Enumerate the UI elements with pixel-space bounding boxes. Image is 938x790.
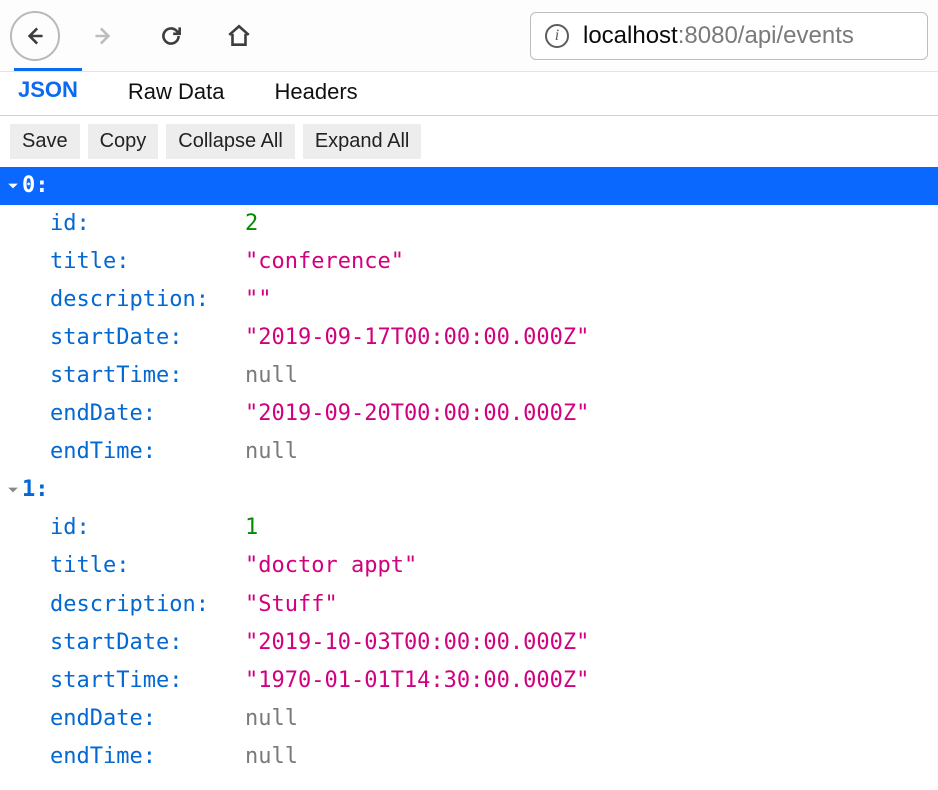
json-property-row[interactable]: startTime:null bbox=[0, 357, 938, 395]
array-index-label: 1: bbox=[22, 471, 49, 509]
viewer-tabs: JSON Raw Data Headers bbox=[0, 72, 938, 116]
reload-icon bbox=[158, 23, 184, 49]
json-key: startDate: bbox=[50, 319, 245, 357]
array-item-row[interactable]: 0: bbox=[0, 167, 938, 205]
forward-button bbox=[78, 11, 128, 61]
json-value: "Stuff" bbox=[245, 586, 338, 624]
json-property-row[interactable]: startTime:"1970-01-01T14:30:00.000Z" bbox=[0, 662, 938, 700]
tab-json[interactable]: JSON bbox=[14, 68, 82, 115]
reload-button[interactable] bbox=[146, 11, 196, 61]
json-property-row[interactable]: endDate:null bbox=[0, 700, 938, 738]
tab-raw-data[interactable]: Raw Data bbox=[124, 71, 229, 115]
json-value: null bbox=[245, 738, 298, 776]
json-property-row[interactable]: startDate:"2019-09-17T00:00:00.000Z" bbox=[0, 319, 938, 357]
json-value: "2019-10-03T00:00:00.000Z" bbox=[245, 624, 589, 662]
arrow-left-icon bbox=[22, 23, 48, 49]
json-value: "doctor appt" bbox=[245, 547, 417, 585]
chevron-down-icon bbox=[4, 484, 22, 496]
json-property-row[interactable]: id:2 bbox=[0, 205, 938, 243]
json-key: title: bbox=[50, 547, 245, 585]
json-property-row[interactable]: endTime:null bbox=[0, 738, 938, 776]
save-button[interactable]: Save bbox=[10, 124, 80, 159]
json-property-row[interactable]: id:1 bbox=[0, 509, 938, 547]
json-value: "2019-09-17T00:00:00.000Z" bbox=[245, 319, 589, 357]
json-key: startDate: bbox=[50, 624, 245, 662]
json-value: null bbox=[245, 700, 298, 738]
json-property-row[interactable]: title:"conference" bbox=[0, 243, 938, 281]
json-property-row[interactable]: title:"doctor appt" bbox=[0, 547, 938, 585]
json-value: 2 bbox=[245, 205, 258, 243]
address-bar[interactable]: i localhost:8080/api/events bbox=[530, 12, 928, 60]
browser-toolbar: i localhost:8080/api/events bbox=[0, 0, 938, 72]
json-property-row[interactable]: description:"" bbox=[0, 281, 938, 319]
json-value: "" bbox=[245, 281, 272, 319]
arrow-right-icon bbox=[90, 23, 116, 49]
json-tree: 0:id:2title:"conference"description:""st… bbox=[0, 167, 938, 776]
json-value: "conference" bbox=[245, 243, 404, 281]
url-text: localhost:8080/api/events bbox=[583, 22, 854, 50]
array-item-row[interactable]: 1: bbox=[0, 471, 938, 509]
collapse-all-button[interactable]: Collapse All bbox=[166, 124, 295, 159]
expand-all-button[interactable]: Expand All bbox=[303, 124, 422, 159]
json-key: title: bbox=[50, 243, 245, 281]
json-key: id: bbox=[50, 205, 245, 243]
tab-headers[interactable]: Headers bbox=[271, 71, 362, 115]
json-property-row[interactable]: description:"Stuff" bbox=[0, 586, 938, 624]
json-key: id: bbox=[50, 509, 245, 547]
json-property-row[interactable]: startDate:"2019-10-03T00:00:00.000Z" bbox=[0, 624, 938, 662]
json-property-row[interactable]: endDate:"2019-09-20T00:00:00.000Z" bbox=[0, 395, 938, 433]
json-key: startTime: bbox=[50, 357, 245, 395]
json-value: null bbox=[245, 433, 298, 471]
back-button[interactable] bbox=[10, 11, 60, 61]
info-icon[interactable]: i bbox=[545, 24, 569, 48]
chevron-down-icon bbox=[4, 180, 22, 192]
viewer-action-bar: Save Copy Collapse All Expand All bbox=[0, 116, 938, 167]
json-key: endTime: bbox=[50, 433, 245, 471]
json-property-row[interactable]: endTime:null bbox=[0, 433, 938, 471]
home-button[interactable] bbox=[214, 11, 264, 61]
json-key: startTime: bbox=[50, 662, 245, 700]
json-key: endDate: bbox=[50, 395, 245, 433]
json-key: description: bbox=[50, 281, 245, 319]
copy-button[interactable]: Copy bbox=[88, 124, 159, 159]
array-index-label: 0: bbox=[22, 167, 49, 205]
json-value: "1970-01-01T14:30:00.000Z" bbox=[245, 662, 589, 700]
home-icon bbox=[226, 23, 252, 49]
json-key: description: bbox=[50, 586, 245, 624]
json-value: 1 bbox=[245, 509, 258, 547]
json-value: "2019-09-20T00:00:00.000Z" bbox=[245, 395, 589, 433]
json-value: null bbox=[245, 357, 298, 395]
json-key: endTime: bbox=[50, 738, 245, 776]
json-key: endDate: bbox=[50, 700, 245, 738]
